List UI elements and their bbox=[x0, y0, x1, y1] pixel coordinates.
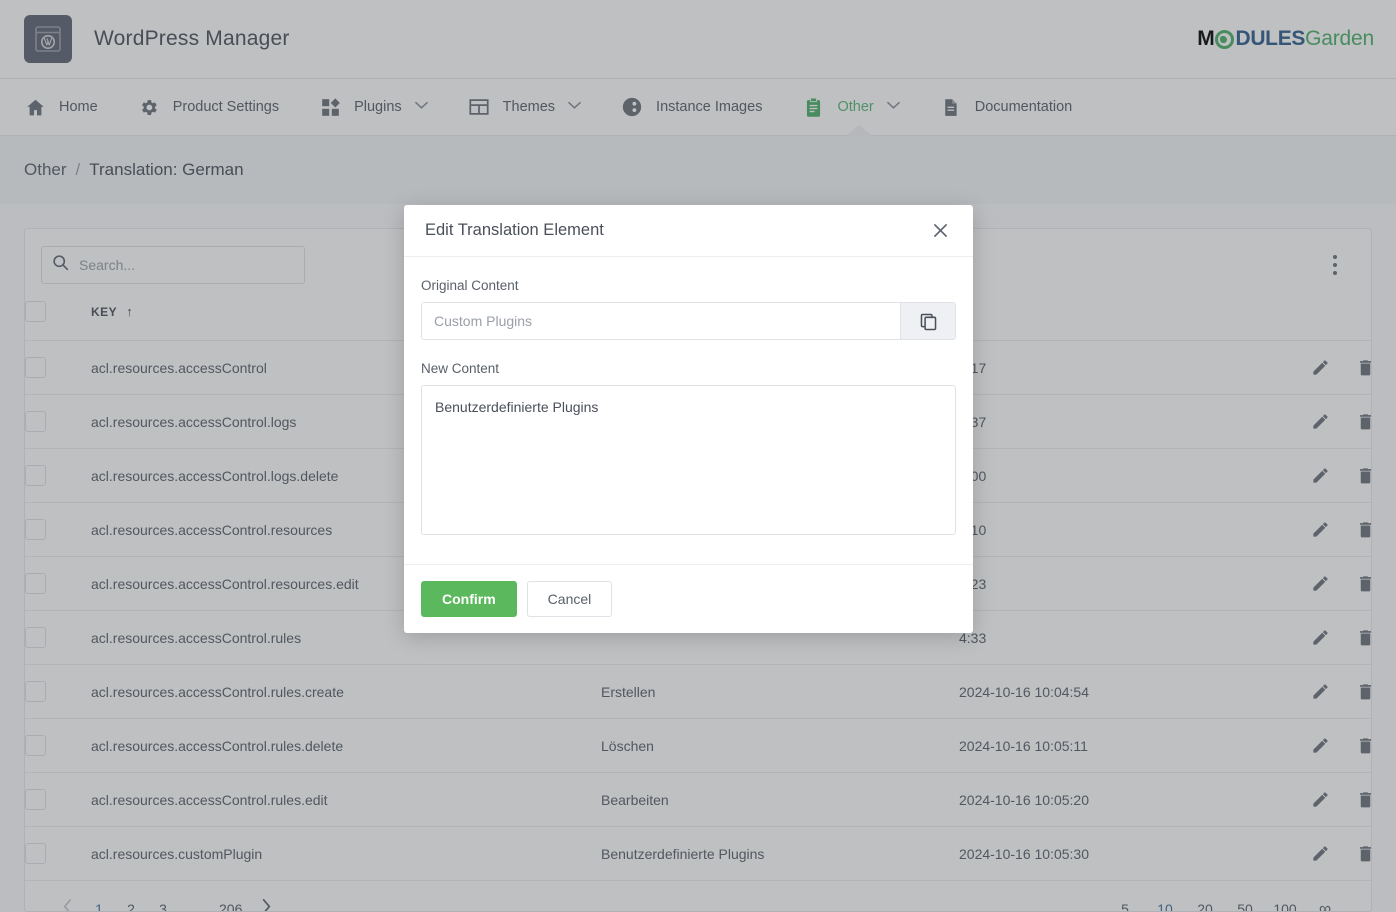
modal-footer: Confirm Cancel bbox=[404, 564, 973, 633]
new-content-label: New Content bbox=[421, 361, 956, 376]
original-content-input[interactable] bbox=[422, 303, 900, 339]
new-content-textarea[interactable] bbox=[421, 385, 956, 535]
modal-title: Edit Translation Element bbox=[425, 221, 604, 240]
modal-header: Edit Translation Element bbox=[404, 205, 973, 257]
confirm-button[interactable]: Confirm bbox=[421, 581, 517, 617]
edit-translation-modal: Edit Translation Element Original Conten… bbox=[404, 205, 973, 633]
original-content-row bbox=[421, 302, 956, 340]
cancel-button[interactable]: Cancel bbox=[527, 581, 613, 617]
original-content-label: Original Content bbox=[421, 278, 956, 293]
close-icon[interactable] bbox=[929, 219, 952, 242]
modal-body: Original Content New Content bbox=[404, 257, 973, 564]
copy-icon[interactable] bbox=[900, 303, 955, 339]
